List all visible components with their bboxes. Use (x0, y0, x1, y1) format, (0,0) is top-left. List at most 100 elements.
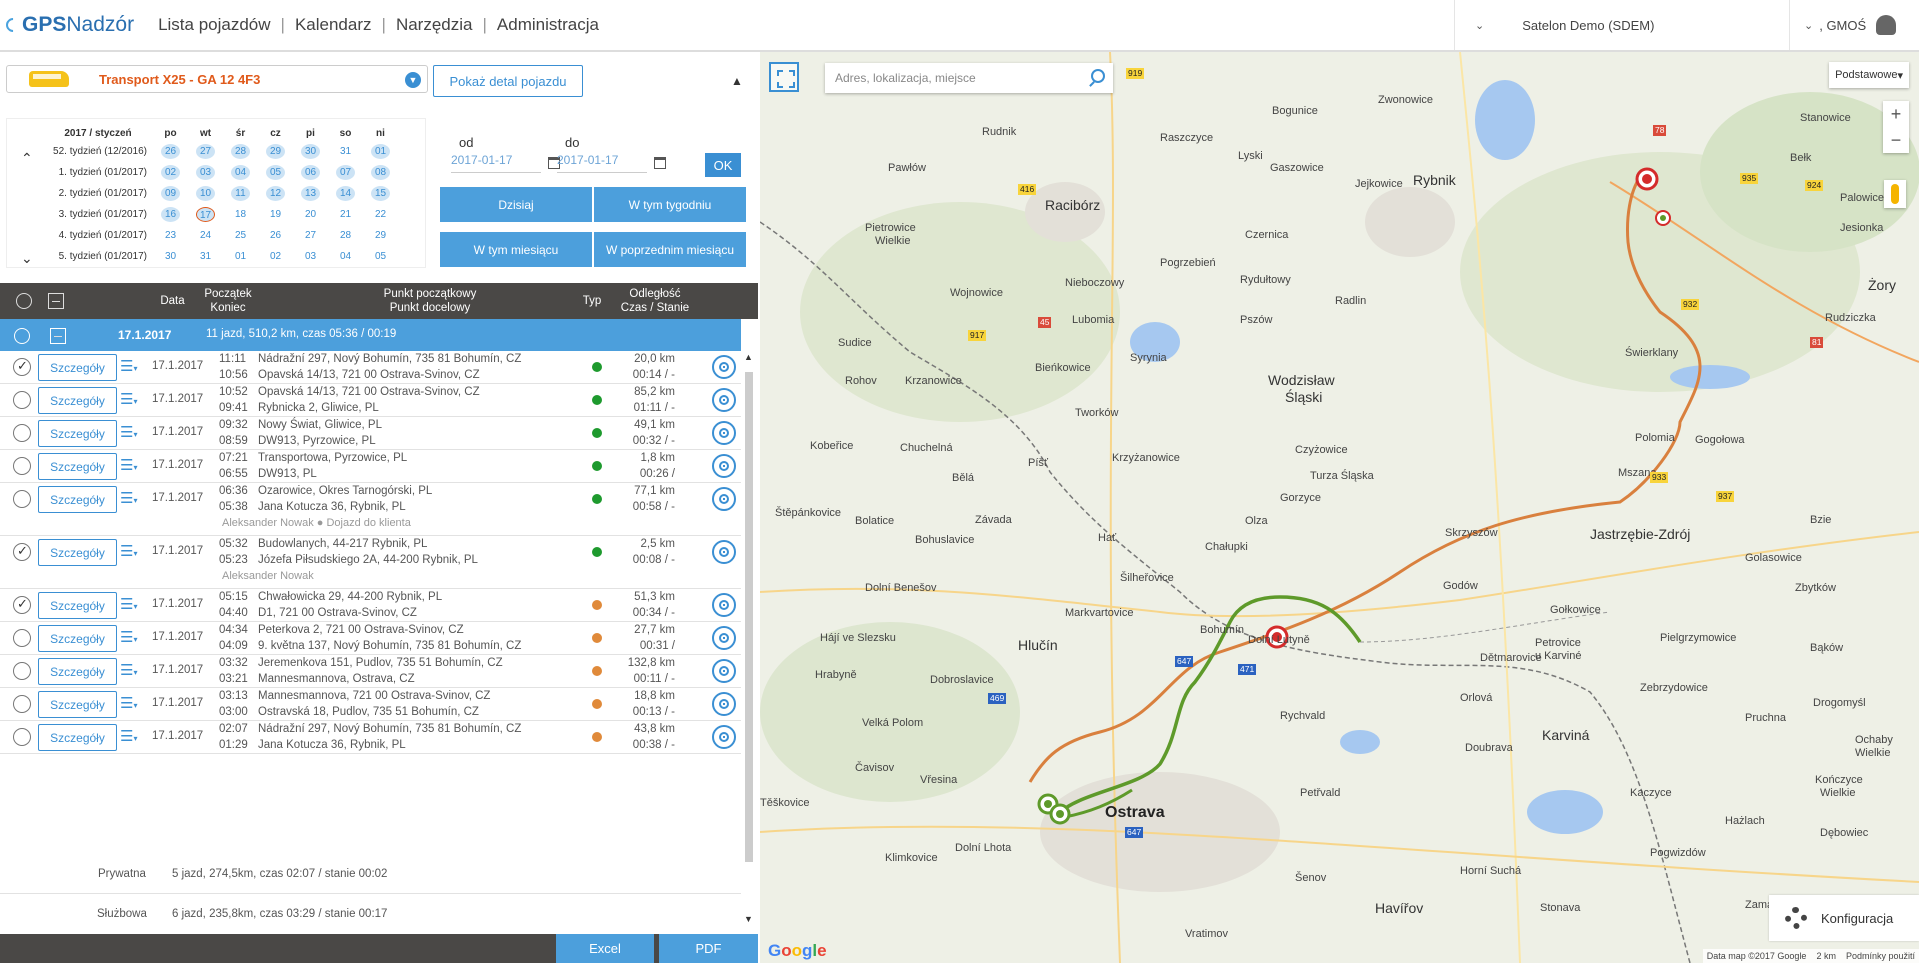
vehicle-detail-button[interactable]: Pokaż detal pojazdu (433, 65, 583, 97)
trip-row[interactable]: Szczegóły ☰▾ 17.1.2017 04:34 04:09 Peterkova … (0, 622, 741, 668)
trip-checkbox[interactable] (13, 457, 31, 475)
locate-on-map-icon[interactable] (712, 725, 736, 749)
calendar-day[interactable]: 03 (196, 165, 215, 180)
calendar-day[interactable]: 28 (231, 144, 250, 159)
row-menu-icon[interactable]: ☰▾ (120, 357, 144, 375)
calendar-day[interactable]: 23 (161, 228, 180, 243)
fullscreen-icon[interactable] (769, 62, 799, 92)
calendar-day[interactable]: 01 (231, 249, 250, 264)
calendar-day[interactable]: 31 (196, 249, 215, 264)
details-button[interactable]: Szczegóły (38, 691, 117, 718)
from-date-input[interactable]: 2017-01-17 (451, 153, 541, 173)
calendar-day[interactable]: 27 (196, 144, 215, 159)
calendar-day[interactable]: 18 (231, 207, 250, 222)
trip-row[interactable]: Szczegóły ☰▾ 17.1.2017 02:07 01:29 Nádražní 2… (0, 721, 741, 754)
calendar-day[interactable]: 21 (336, 207, 355, 222)
locate-on-map-icon[interactable] (712, 593, 736, 617)
calendar-day[interactable]: 11 (231, 186, 250, 201)
details-button[interactable]: Szczegóły (38, 724, 117, 751)
calendar-day[interactable]: 15 (371, 186, 390, 201)
calendar-day[interactable]: 05 (266, 165, 285, 180)
trip-checkbox[interactable] (13, 358, 31, 376)
this-week-button[interactable]: W tym tygodniu (594, 187, 746, 222)
row-menu-icon[interactable]: ☰▾ (120, 542, 144, 560)
details-button[interactable]: Szczegóły (38, 625, 117, 652)
chevron-down-icon[interactable]: ⌄ (21, 250, 33, 267)
row-menu-icon[interactable]: ☰▾ (120, 727, 144, 745)
calendar-day[interactable]: 02 (161, 165, 180, 180)
trip-checkbox[interactable] (13, 629, 31, 647)
calendar-day[interactable]: 08 (371, 165, 390, 180)
trip-checkbox[interactable] (13, 490, 31, 508)
calendar-day[interactable]: 12 (266, 186, 285, 201)
user-dropdown[interactable]: ⌄ , GMOŚ (1789, 0, 1919, 50)
app-logo[interactable]: GPS Nadzór (3, 13, 134, 37)
calendar-day[interactable]: 06 (301, 165, 320, 180)
select-all-checkbox[interactable] (16, 293, 32, 309)
week-label[interactable]: 3. tydzień (01/2017) (43, 204, 153, 225)
trip-checkbox[interactable] (13, 424, 31, 442)
trip-row[interactable]: Szczegóły ☰▾ 17.1.2017 03:32 03:21 Jeremenkov… (0, 655, 741, 688)
nav-vehicle-list[interactable]: Lista pojazdów (148, 15, 280, 35)
group-collapse-icon[interactable] (50, 328, 66, 344)
trip-row[interactable]: Szczegóły ☰▾ 17.1.2017 06:36 05:38 Ozarowice,… (0, 483, 741, 536)
calendar-day[interactable]: 30 (161, 249, 180, 264)
calendar-day[interactable]: 19 (266, 207, 285, 222)
locate-on-map-icon[interactable] (712, 388, 736, 412)
trip-row[interactable]: Szczegóły ☰▾ 17.1.2017 10:52 09:41 Opavská 14… (0, 384, 741, 417)
row-menu-icon[interactable]: ☰▾ (120, 423, 144, 441)
calendar-day[interactable]: 04 (336, 249, 355, 264)
calendar-day[interactable]: 27 (301, 228, 320, 243)
nav-tools[interactable]: Narzędzia (386, 15, 483, 35)
details-button[interactable]: Szczegóły (38, 420, 117, 447)
scroll-up-icon[interactable]: ▲ (744, 352, 753, 362)
details-button[interactable]: Szczegóły (38, 453, 117, 480)
week-label[interactable]: 52. tydzień (12/2016) (43, 141, 153, 162)
pdf-button[interactable]: PDF (659, 934, 758, 963)
calendar-day[interactable]: 25 (231, 228, 250, 243)
details-button[interactable]: Szczegóły (38, 387, 117, 414)
street-view-icon[interactable] (1884, 180, 1906, 208)
details-button[interactable]: Szczegóły (38, 658, 117, 685)
calendar-day[interactable]: 02 (266, 249, 285, 264)
configuration-button[interactable]: Konfiguracja (1769, 895, 1919, 941)
terms-link[interactable]: Podmínky použití (1846, 951, 1915, 961)
scrollbar-thumb[interactable] (745, 372, 753, 862)
calendar-day[interactable]: 30 (301, 144, 320, 159)
calendar-day[interactable]: 01 (371, 144, 390, 159)
calendar-day[interactable]: 07 (336, 165, 355, 180)
calendar-day[interactable]: 04 (231, 165, 250, 180)
calendar-day[interactable]: 17 (196, 207, 215, 222)
calendar-day[interactable]: 22 (371, 207, 390, 222)
calendar-day[interactable]: 26 (161, 144, 180, 159)
scroll-down-icon[interactable]: ▼ (744, 914, 753, 924)
scrollbar[interactable]: ▲ ▼ (744, 352, 754, 930)
calendar-icon[interactable] (654, 157, 666, 169)
row-menu-icon[interactable]: ☰▾ (120, 694, 144, 712)
locate-on-map-icon[interactable] (712, 454, 736, 478)
calendar-day[interactable]: 20 (301, 207, 320, 222)
calendar-day[interactable]: 31 (336, 144, 355, 159)
map-search-box[interactable]: Adres, lokalizacja, miejsce (825, 63, 1113, 93)
calendar-day[interactable]: 26 (266, 228, 285, 243)
locate-on-map-icon[interactable] (712, 421, 736, 445)
map-view[interactable]: Racibórz Rybnik Żory Wodzisław Śląski Jastrzę… (760, 52, 1919, 963)
details-button[interactable]: Szczegóły (38, 354, 117, 381)
group-checkbox[interactable] (14, 328, 30, 344)
trip-row[interactable]: Szczegóły☰▾ 17.1.2017 11:11 10:56 Nádražní 2… (0, 351, 741, 384)
excel-button[interactable]: Excel (556, 934, 654, 963)
collapse-all-icon[interactable] (48, 293, 64, 309)
to-date-input[interactable]: 2017-01-17 (557, 153, 647, 173)
vehicle-select[interactable]: Transport X25 - GA 12 4F3 ▼ (6, 65, 428, 93)
trip-checkbox[interactable] (13, 596, 31, 614)
trip-row[interactable]: Szczegóły ☰▾ 17.1.2017 09:32 08:59 Nowy Świat… (0, 417, 741, 450)
calendar-day[interactable]: 28 (336, 228, 355, 243)
calendar-day[interactable]: 29 (266, 144, 285, 159)
locate-on-map-icon[interactable] (712, 626, 736, 650)
calendar-day[interactable]: 24 (196, 228, 215, 243)
calendar-day[interactable]: 16 (161, 207, 180, 222)
locate-on-map-icon[interactable] (712, 692, 736, 716)
nav-calendar[interactable]: Kalendarz (285, 15, 382, 35)
calendar-day[interactable]: 09 (161, 186, 180, 201)
row-menu-icon[interactable]: ☰▾ (120, 489, 144, 507)
